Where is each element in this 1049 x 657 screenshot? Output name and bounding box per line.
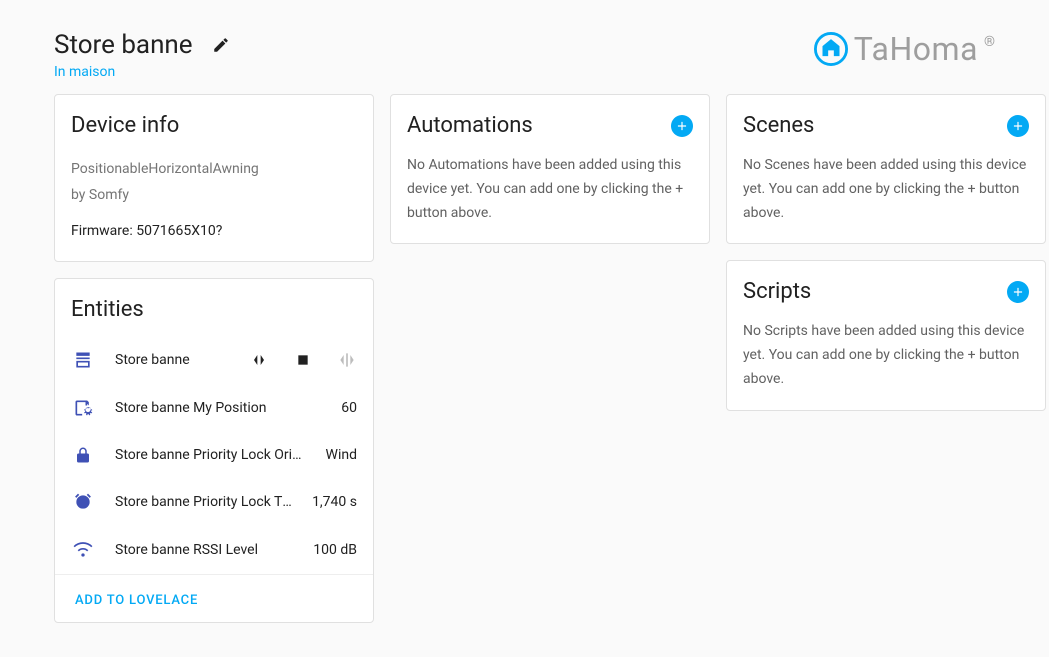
device-info-title: Device info [71,113,179,138]
entities-card: Entities Store banne [54,278,374,623]
window-shutter-icon [71,350,95,370]
device-model: PositionableHorizontalAwning [71,158,357,182]
brand-logo: TaHoma ® [814,30,995,68]
open-cover-icon[interactable] [249,350,269,370]
entity-name: Store banne My Position [115,400,321,416]
scripts-card: Scripts No Scripts have been added using… [726,260,1046,410]
device-manufacturer: by Somfy [71,184,357,208]
entity-value: 100 dB [313,542,357,558]
device-info-card: Device info PositionableHorizontalAwning… [54,94,374,262]
entity-name: Store banne Priority Lock Ti… [115,494,292,510]
entity-value: 1,740 s [312,494,357,510]
scripts-title: Scripts [743,279,811,304]
entity-row-rssi[interactable]: Store banne RSSI Level 100 dB [55,526,373,574]
scenes-empty-text: No Scenes have been added using this dev… [727,144,1045,243]
close-cover-icon[interactable] [337,350,357,370]
automations-card: Automations No Automations have been add… [390,94,710,244]
entity-row-cover[interactable]: Store banne [55,336,373,384]
add-scene-button[interactable] [1007,115,1029,137]
brand-registered: ® [984,34,995,50]
entity-name: Store banne [115,352,229,368]
entity-name: Store banne RSSI Level [115,542,293,558]
house-icon [814,32,848,66]
area-link[interactable]: In maison [54,64,115,80]
save-cog-icon [71,398,95,418]
brand-name: TaHoma [854,30,978,68]
page-title: Store banne [54,30,193,60]
lock-icon [71,446,95,464]
add-to-lovelace-button[interactable]: ADD TO LOVELACE [75,593,198,608]
edit-icon[interactable] [209,33,233,57]
plus-icon [1011,119,1025,133]
title-block: Store banne In maison [54,30,233,80]
entity-row-lock-timer[interactable]: Store banne Priority Lock Ti… 1,740 s [55,478,373,526]
wifi-icon [71,540,95,560]
scenes-card: Scenes No Scenes have been added using t… [726,94,1046,244]
automations-title: Automations [407,113,533,138]
plus-icon [1011,285,1025,299]
scripts-empty-text: No Scripts have been added using this de… [727,310,1045,409]
device-firmware: Firmware: 5071665X10? [71,220,357,244]
entity-name: Store banne Priority Lock Origi… [115,447,306,463]
timer-icon [71,492,95,512]
entity-value: Wind [326,447,357,463]
plus-icon [675,119,689,133]
add-script-button[interactable] [1007,281,1029,303]
entity-row-lock-origin[interactable]: Store banne Priority Lock Origi… Wind [55,432,373,478]
automations-empty-text: No Automations have been added using thi… [391,144,709,243]
stop-cover-icon[interactable] [293,350,313,370]
add-automation-button[interactable] [671,115,693,137]
scenes-title: Scenes [743,113,814,138]
entity-value: 60 [341,400,357,416]
entities-title: Entities [71,297,144,322]
entity-row-position[interactable]: Store banne My Position 60 [55,384,373,432]
